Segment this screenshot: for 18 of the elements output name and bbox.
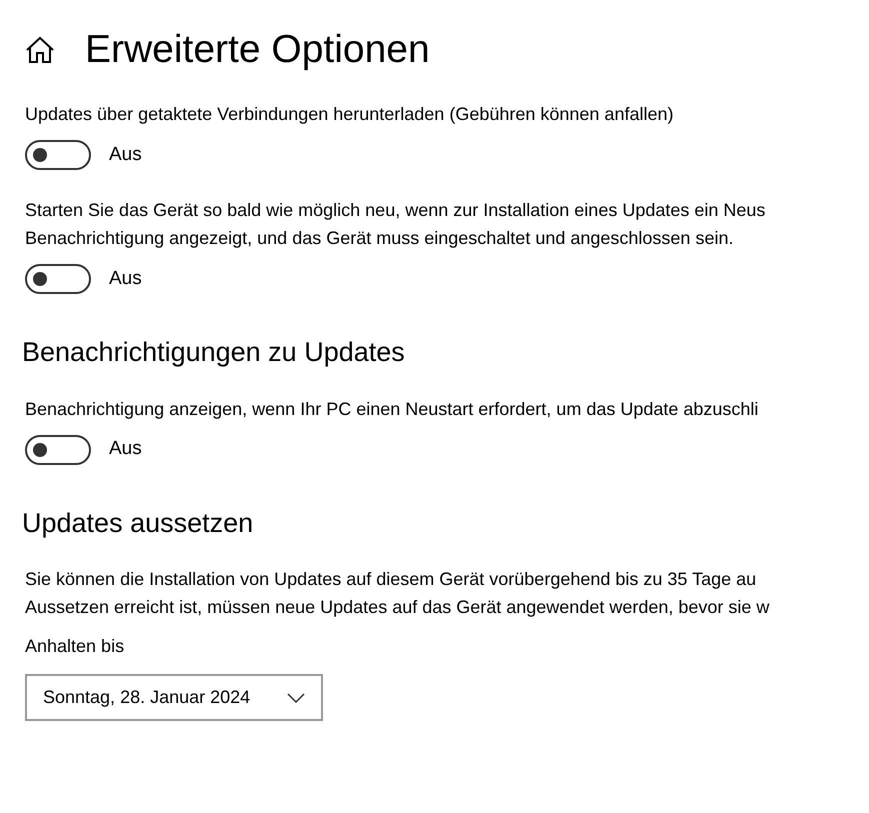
toggle-switch[interactable] bbox=[25, 434, 91, 464]
dropdown-value: Sonntag, 28. Januar 2024 bbox=[43, 686, 250, 709]
home-icon[interactable] bbox=[25, 35, 55, 65]
date-dropdown[interactable]: Sonntag, 28. Januar 2024 bbox=[25, 674, 323, 721]
toggle-switch[interactable] bbox=[25, 140, 91, 170]
setting-description: Benachrichtigung anzeigen, wenn Ihr PC einen Neustart erfordert, um das Update abzuschli bbox=[25, 398, 760, 421]
setting-description: Starten Sie das Gerät so bald wie möglich neu, wenn zur Installation eines Updates ein Neus Benachrichtigung angezeigt, und das Gerät muss eingeschaltet und angeschlossen sein. bbox=[25, 199, 766, 250]
toggle-label: Aus bbox=[109, 142, 142, 167]
dropdown-label: Anhalten bis bbox=[25, 635, 126, 658]
toggle-label: Aus bbox=[109, 266, 142, 291]
toggle-label: Aus bbox=[109, 437, 142, 462]
section-description: Sie können die Installation von Updates auf diesem Gerät vorübergehend bis zu 35 Tage au Aussetzen erreicht ist, müssen neue Updates auf das Gerät angewendet werden, bevor sie w bbox=[25, 568, 770, 619]
page-title: Erweiterte Optionen bbox=[85, 27, 430, 73]
chevron-down-icon bbox=[287, 692, 305, 702]
toggle-switch[interactable] bbox=[25, 264, 91, 294]
section-heading: Benachrichtigungen zu Updates bbox=[22, 336, 406, 369]
section-heading: Updates aussetzen bbox=[22, 506, 254, 540]
setting-description: Updates über getaktete Verbindungen herunterladen (Gebühren können anfallen) bbox=[25, 103, 674, 126]
